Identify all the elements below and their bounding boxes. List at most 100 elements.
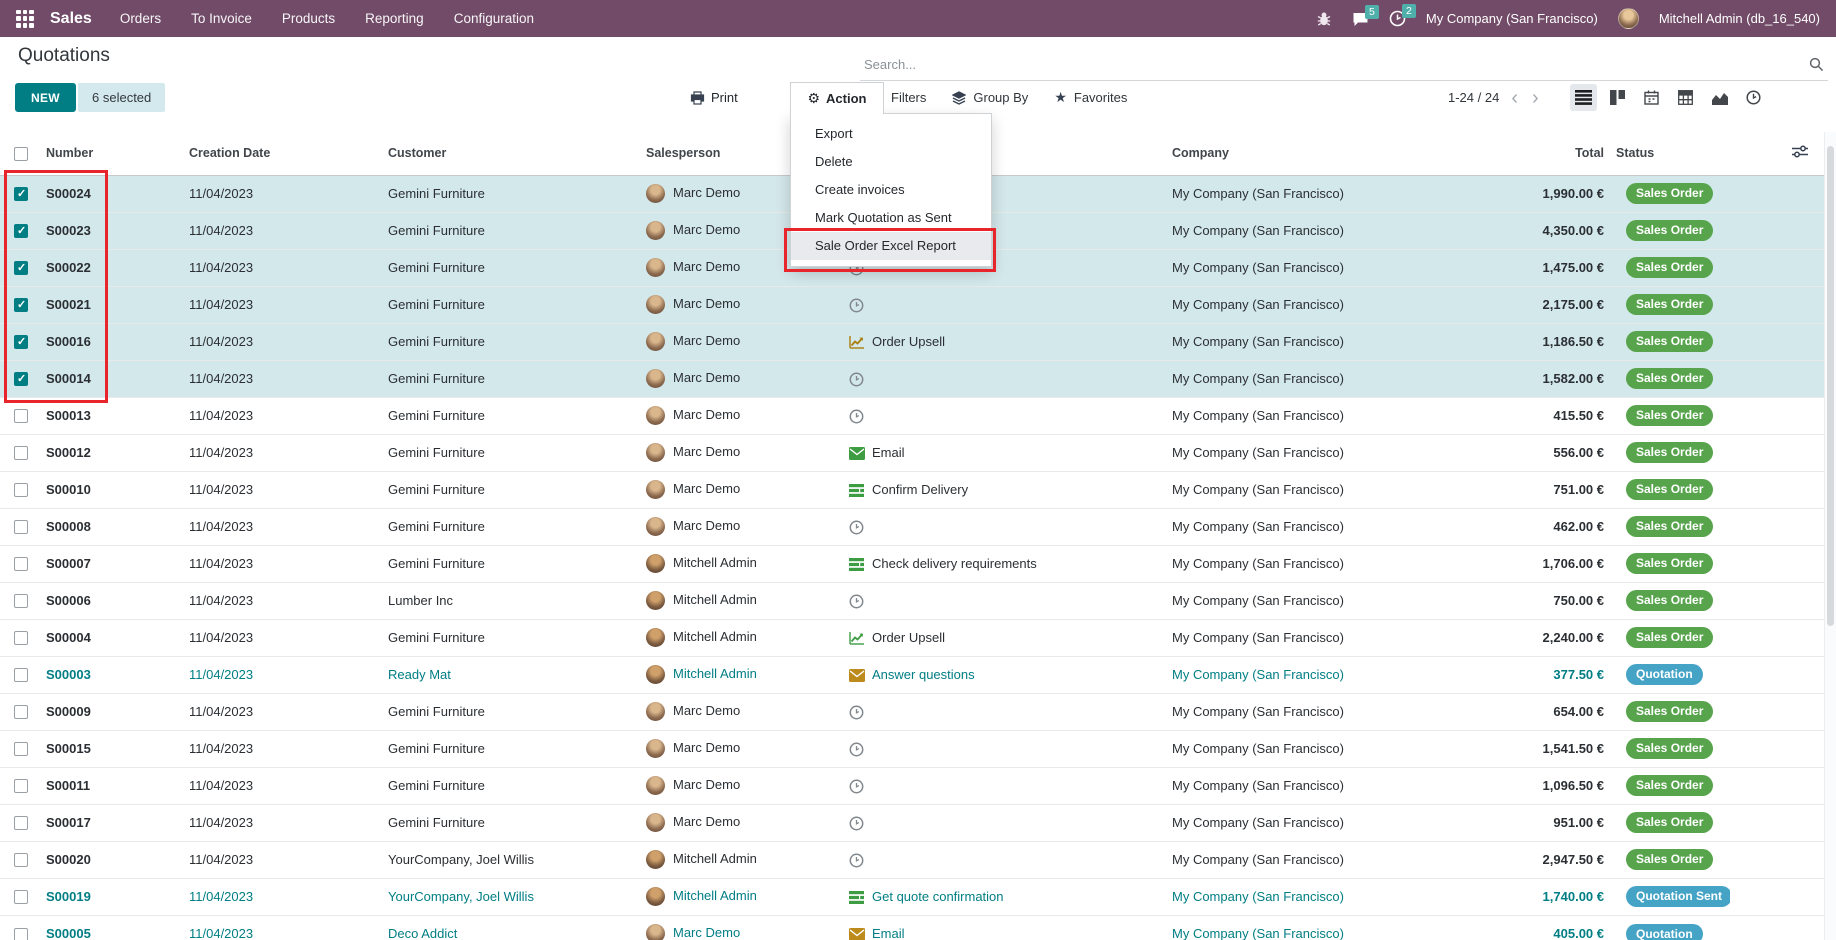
company-switcher[interactable]: My Company (San Francisco) bbox=[1426, 11, 1598, 26]
row-checkbox[interactable] bbox=[14, 372, 28, 386]
activity-clock-icon[interactable] bbox=[849, 372, 866, 387]
row-checkbox[interactable] bbox=[14, 557, 28, 571]
activity-list-icon[interactable] bbox=[849, 891, 866, 904]
app-brand[interactable]: Sales bbox=[50, 10, 92, 28]
table-row[interactable]: S0000611/04/2023Lumber IncMitchell Admin… bbox=[0, 582, 1824, 619]
row-checkbox[interactable] bbox=[14, 446, 28, 460]
row-checkbox[interactable] bbox=[14, 224, 28, 238]
table-row[interactable]: S0001911/04/2023YourCompany, Joel Willis… bbox=[0, 878, 1824, 915]
select-all-checkbox[interactable] bbox=[14, 147, 28, 161]
table-row[interactable]: S0001611/04/2023Gemini FurnitureMarc Dem… bbox=[0, 323, 1824, 360]
table-row[interactable]: S0002111/04/2023Gemini FurnitureMarc Dem… bbox=[0, 286, 1824, 323]
navbar-menu-reporting[interactable]: Reporting bbox=[365, 11, 424, 26]
view-switch-graph-icon[interactable] bbox=[1706, 84, 1733, 111]
pager-prev-icon[interactable]: ‹ bbox=[1509, 88, 1520, 108]
table-row[interactable]: S0001311/04/2023Gemini FurnitureMarc Dem… bbox=[0, 397, 1824, 434]
table-row[interactable]: S0000311/04/2023Ready MatMitchell AdminA… bbox=[0, 656, 1824, 693]
col-header-customer[interactable]: Customer bbox=[382, 132, 640, 175]
table-row[interactable]: S0002011/04/2023YourCompany, Joel Willis… bbox=[0, 841, 1824, 878]
table-row[interactable]: S0001211/04/2023Gemini FurnitureMarc Dem… bbox=[0, 434, 1824, 471]
row-checkbox[interactable] bbox=[14, 298, 28, 312]
activity-chart-icon[interactable] bbox=[849, 631, 866, 645]
table-row[interactable]: S0000811/04/2023Gemini FurnitureMarc Dem… bbox=[0, 508, 1824, 545]
activity-clock-icon[interactable] bbox=[849, 816, 866, 831]
view-switch-calendar-icon[interactable] bbox=[1638, 84, 1665, 111]
row-checkbox[interactable] bbox=[14, 594, 28, 608]
activity-clock-icon[interactable] bbox=[849, 779, 866, 794]
table-row[interactable]: S0001711/04/2023Gemini FurnitureMarc Dem… bbox=[0, 804, 1824, 841]
table-row[interactable]: S0001511/04/2023Gemini FurnitureMarc Dem… bbox=[0, 730, 1824, 767]
col-header-company[interactable]: Company bbox=[1166, 132, 1410, 175]
action-menu-item-delete[interactable]: Delete bbox=[791, 148, 991, 176]
activity-envelope-icon[interactable] bbox=[849, 447, 866, 460]
navbar-menu-to-invoice[interactable]: To Invoice bbox=[191, 11, 252, 26]
vertical-scrollbar[interactable] bbox=[1824, 132, 1836, 940]
navbar-menu-orders[interactable]: Orders bbox=[120, 11, 161, 26]
scrollbar-thumb[interactable] bbox=[1827, 146, 1834, 626]
row-checkbox[interactable] bbox=[14, 409, 28, 423]
row-checkbox[interactable] bbox=[14, 816, 28, 830]
action-menu-item-create-invoices[interactable]: Create invoices bbox=[791, 176, 991, 204]
row-checkbox[interactable] bbox=[14, 742, 28, 756]
activity-clock-icon[interactable] bbox=[849, 705, 866, 720]
favorites-button[interactable]: ★ Favorites bbox=[1054, 82, 1127, 113]
view-switch-activity-icon[interactable] bbox=[1740, 84, 1767, 111]
table-row[interactable]: S0001111/04/2023Gemini FurnitureMarc Dem… bbox=[0, 767, 1824, 804]
selected-count-chip[interactable]: 6 selected bbox=[78, 83, 165, 112]
search-input[interactable] bbox=[860, 49, 1828, 80]
activity-envelope-icon[interactable] bbox=[849, 928, 866, 940]
table-row[interactable]: S0001011/04/2023Gemini FurnitureMarc Dem… bbox=[0, 471, 1824, 508]
row-checkbox[interactable] bbox=[14, 779, 28, 793]
activity-list-icon[interactable] bbox=[849, 484, 866, 497]
activity-chart-icon[interactable] bbox=[849, 335, 866, 349]
table-row[interactable]: S0000711/04/2023Gemini FurnitureMitchell… bbox=[0, 545, 1824, 582]
col-header-status[interactable]: Status bbox=[1610, 132, 1730, 175]
col-header-number[interactable]: Number bbox=[40, 132, 183, 175]
activity-clock-icon[interactable] bbox=[849, 298, 866, 313]
apps-menu-icon[interactable] bbox=[16, 10, 34, 28]
activity-clock-icon[interactable] bbox=[849, 594, 866, 609]
row-checkbox[interactable] bbox=[14, 631, 28, 645]
view-switch-kanban-icon[interactable] bbox=[1604, 84, 1631, 111]
pager-next-icon[interactable]: › bbox=[1530, 88, 1541, 108]
col-header-total[interactable]: Total bbox=[1410, 132, 1610, 175]
optional-columns-icon[interactable] bbox=[1792, 147, 1808, 161]
row-checkbox[interactable] bbox=[14, 520, 28, 534]
navbar-menu-products[interactable]: Products bbox=[282, 11, 335, 26]
view-switch-pivot-icon[interactable] bbox=[1672, 84, 1699, 111]
activities-clock-icon[interactable]: 2 bbox=[1389, 10, 1406, 27]
row-checkbox[interactable] bbox=[14, 668, 28, 682]
activity-clock-icon[interactable] bbox=[849, 853, 866, 868]
row-checkbox[interactable] bbox=[14, 890, 28, 904]
row-checkbox[interactable] bbox=[14, 187, 28, 201]
user-menu[interactable]: Mitchell Admin (db_16_540) bbox=[1659, 11, 1820, 26]
search-icon[interactable] bbox=[1809, 57, 1824, 77]
activity-envelope-icon[interactable] bbox=[849, 669, 866, 682]
action-menu-item-export[interactable]: Export bbox=[791, 120, 991, 148]
navbar-menu-configuration[interactable]: Configuration bbox=[454, 11, 534, 26]
print-button[interactable]: Print bbox=[690, 82, 738, 113]
action-menu-item-sale-order-excel-report[interactable]: Sale Order Excel Report bbox=[791, 232, 991, 260]
user-avatar[interactable] bbox=[1618, 8, 1639, 29]
row-checkbox[interactable] bbox=[14, 705, 28, 719]
activity-clock-icon[interactable] bbox=[849, 520, 866, 535]
row-checkbox[interactable] bbox=[14, 261, 28, 275]
row-checkbox[interactable] bbox=[14, 335, 28, 349]
debug-bug-icon[interactable] bbox=[1316, 11, 1332, 27]
table-row[interactable]: S0001411/04/2023Gemini FurnitureMarc Dem… bbox=[0, 360, 1824, 397]
view-switch-list-icon[interactable] bbox=[1570, 84, 1597, 111]
new-button[interactable]: NEW bbox=[15, 83, 76, 112]
row-checkbox[interactable] bbox=[14, 483, 28, 497]
activity-list-icon[interactable] bbox=[849, 558, 866, 571]
col-header-creation-date[interactable]: Creation Date bbox=[183, 132, 382, 175]
groupby-button[interactable]: Group By bbox=[952, 82, 1028, 113]
action-menu-item-mark-quotation-as-sent[interactable]: Mark Quotation as Sent bbox=[791, 204, 991, 232]
table-row[interactable]: S0000511/04/2023Deco AddictMarc DemoEmai… bbox=[0, 915, 1824, 940]
table-row[interactable]: S0000411/04/2023Gemini FurnitureMitchell… bbox=[0, 619, 1824, 656]
activity-clock-icon[interactable] bbox=[849, 409, 866, 424]
row-checkbox[interactable] bbox=[14, 928, 28, 940]
messages-icon[interactable]: 5 bbox=[1352, 11, 1369, 27]
row-checkbox[interactable] bbox=[14, 853, 28, 867]
action-button[interactable]: ⚙ Action bbox=[790, 82, 884, 114]
activity-clock-icon[interactable] bbox=[849, 742, 866, 757]
